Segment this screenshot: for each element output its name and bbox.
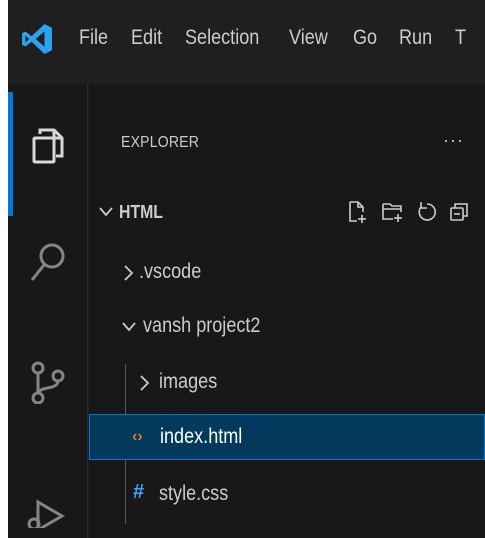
menu-terminal[interactable]: T	[455, 26, 466, 50]
activity-bar	[8, 84, 88, 538]
tree-item-label: .vscode	[139, 260, 202, 283]
active-indicator	[8, 92, 13, 216]
menu-file[interactable]: File	[79, 26, 108, 50]
chevron-right-icon	[140, 375, 150, 391]
menu-bar: File Edit Selection View Go Run T	[8, 0, 485, 84]
menu-go[interactable]: Go	[353, 26, 377, 50]
explorer-sidebar: EXPLORER ··· HTML .vscode vansh project2…	[89, 84, 485, 538]
tree-folder-images[interactable]: images	[89, 360, 485, 406]
tree-folder-vansh-project2[interactable]: vansh project2	[89, 304, 485, 350]
menu: File Edit Selection View Go Run T	[79, 26, 485, 50]
run-debug-icon[interactable]	[26, 484, 70, 528]
new-folder-icon[interactable]	[381, 200, 405, 224]
vscode-window: File Edit Selection View Go Run T EXPLOR…	[8, 0, 485, 538]
vscode-logo-icon[interactable]	[20, 22, 54, 56]
chevron-right-icon	[124, 265, 134, 281]
menu-run[interactable]: Run	[399, 26, 432, 50]
tree-file-index-html[interactable]: ‹› index.html	[89, 414, 485, 460]
chevron-down-icon	[122, 322, 136, 332]
source-control-icon[interactable]	[26, 360, 70, 404]
new-file-icon[interactable]	[345, 200, 369, 224]
menu-selection[interactable]: Selection	[185, 26, 259, 50]
tree-item-label: vansh project2	[143, 314, 261, 337]
html-file-icon: ‹›	[132, 428, 143, 445]
css-file-icon: #	[133, 481, 145, 503]
tree-folder-vscode[interactable]: .vscode	[89, 250, 485, 296]
files-icon[interactable]	[26, 124, 70, 168]
collapse-all-icon[interactable]	[447, 200, 471, 224]
sidebar-title: EXPLORER	[121, 134, 200, 151]
tree-item-label: images	[159, 370, 218, 393]
menu-view[interactable]: View	[289, 26, 328, 50]
tree-file-style-css[interactable]: # style.css	[89, 472, 485, 518]
chevron-down-icon	[99, 207, 113, 217]
workspace-section-header[interactable]: HTML	[89, 192, 485, 232]
menu-edit[interactable]: Edit	[131, 26, 162, 50]
search-icon[interactable]	[26, 240, 70, 284]
tree-item-label: style.css	[159, 482, 229, 505]
workspace-name: HTML	[119, 202, 163, 222]
tree-item-label: index.html	[160, 425, 243, 448]
more-actions-button[interactable]: ···	[443, 130, 464, 151]
refresh-icon[interactable]	[415, 200, 439, 224]
